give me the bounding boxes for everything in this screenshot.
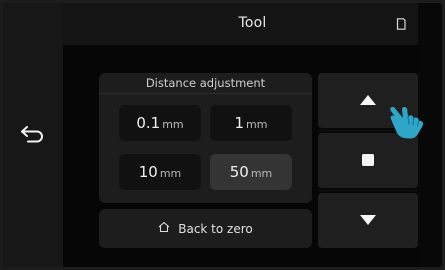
divider [318,189,418,192]
touch-screen: Tool Distance adjustment 0.1 mm 1 mm 10 … [3,3,442,267]
stop-icon [362,151,374,170]
move-controls [318,73,418,248]
sd-card-icon [396,15,406,34]
distance-option-0-1[interactable]: 0.1 mm [119,105,201,141]
distance-unit: mm [162,118,184,131]
distance-value: 50 [229,163,249,181]
back-to-zero-label: Back to zero [178,221,253,236]
distance-option-10[interactable]: 10 mm [119,154,201,190]
distance-value: 1 [234,114,245,132]
back-button[interactable] [17,121,49,151]
top-bar: Tool [63,3,442,45]
distance-unit: mm [250,167,273,180]
distance-adjustment-panel: Distance adjustment 0.1 mm 1 mm 10 mm 50… [99,73,312,203]
distance-value: 0.1 [136,114,161,132]
distance-unit: mm [246,118,268,131]
arrow-up-icon [359,91,377,110]
page-title: Tool [238,15,267,31]
home-icon [158,221,170,236]
move-down-button[interactable] [318,193,418,248]
back-arrow-icon [20,124,46,148]
panel-title: Distance adjustment [99,73,312,94]
hand-pointer-icon [387,103,431,143]
back-to-zero-button[interactable]: Back to zero [99,209,312,248]
distance-unit: mm [159,167,182,180]
distance-option-1[interactable]: 1 mm [210,105,292,141]
arrow-down-icon [359,211,377,230]
device-frame: Tool Distance adjustment 0.1 mm 1 mm 10 … [0,0,445,270]
distance-value: 10 [138,163,158,181]
distance-option-50[interactable]: 50 mm [210,154,292,190]
